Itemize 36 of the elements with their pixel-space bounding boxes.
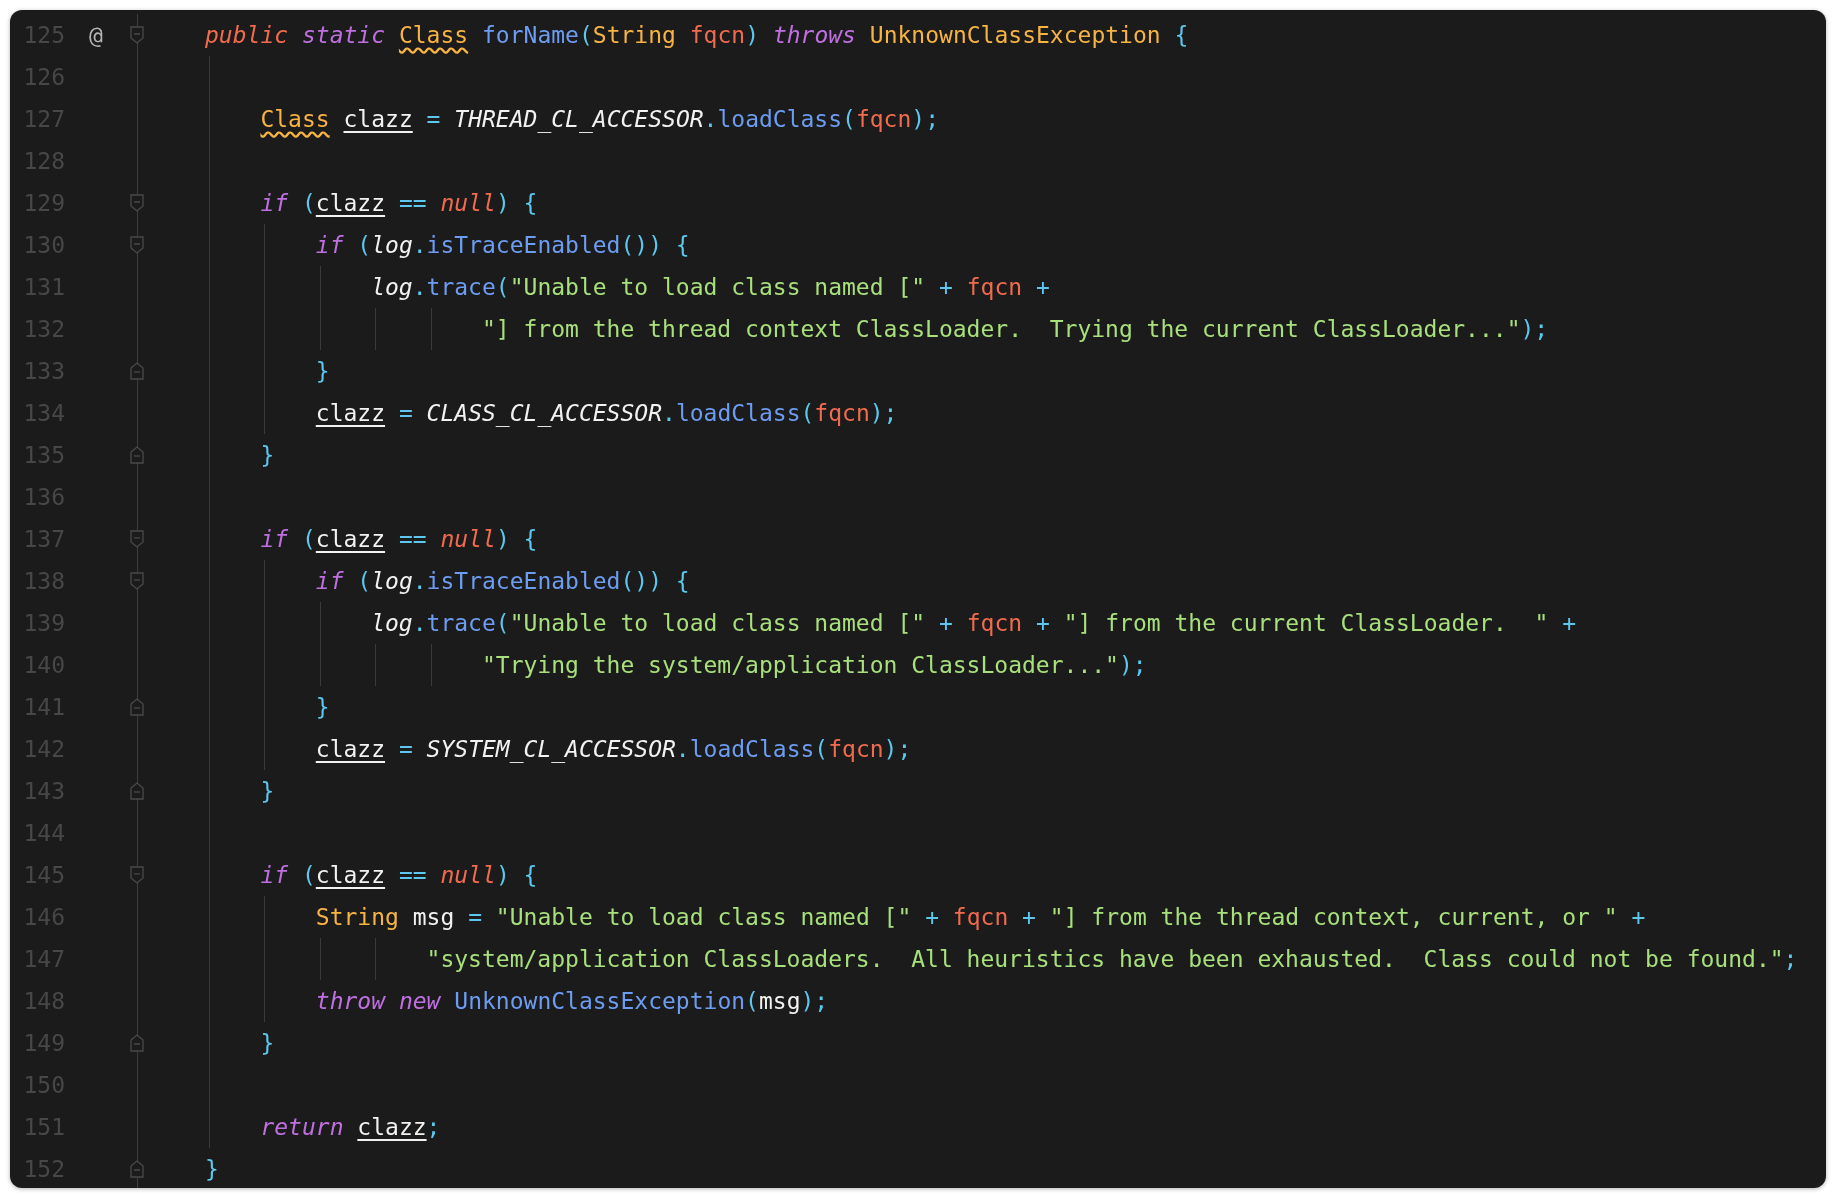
fold-marker-icon[interactable] xyxy=(130,698,144,716)
code-line: if (clazz == null) { xyxy=(259,526,538,552)
code-line: "system/application ClassLoaders. All heuristics have been exhausted. Class could not be found."; xyxy=(425,946,1798,972)
fold-marker-icon[interactable] xyxy=(130,236,144,254)
code-line: } xyxy=(259,778,275,804)
fold-marker-icon[interactable] xyxy=(130,1034,144,1052)
code-line: } xyxy=(259,1030,275,1056)
code-line: public static Class forName(String fqcn) throws UnknownClassException { xyxy=(205,22,1189,48)
fold-marker-icon[interactable] xyxy=(130,362,144,380)
fold-marker-icon[interactable] xyxy=(130,572,144,590)
fold-marker-icon[interactable] xyxy=(130,1160,144,1178)
code-line: if (clazz == null) { xyxy=(259,190,538,216)
fold-marker-icon[interactable] xyxy=(130,866,144,884)
code-line: clazz = CLASS_CL_ACCESSOR.loadClass(fqcn); xyxy=(314,400,898,426)
fold-marker-icon[interactable] xyxy=(130,782,144,800)
code-line: } xyxy=(314,694,330,720)
code-line: "] from the thread context ClassLoader. Trying the current ClassLoader..."); xyxy=(480,316,1549,342)
code-line: log.trace("Unable to load class named [" + fqcn + xyxy=(370,274,1050,300)
code-line: Class clazz = THREAD_CL_ACCESSOR.loadClass(fqcn); xyxy=(259,106,939,132)
annotation-marker: @ xyxy=(89,22,103,48)
code-line: if (clazz == null) { xyxy=(259,862,538,888)
code-line: throw new UnknownClassException(msg); xyxy=(314,988,829,1014)
code-line: } xyxy=(259,442,275,468)
fold-marker-icon[interactable] xyxy=(130,26,144,44)
code-line: "Trying the system/application ClassLoader..."); xyxy=(480,652,1147,678)
code-line: if (log.isTraceEnabled()) { xyxy=(314,568,690,594)
fold-marker-icon[interactable] xyxy=(130,530,144,548)
fold-marker-icon[interactable] xyxy=(130,194,144,212)
code-line: clazz = SYSTEM_CL_ACCESSOR.loadClass(fqcn); xyxy=(314,736,912,762)
fold-marker-icon[interactable] xyxy=(130,446,144,464)
code-line: String msg = "Unable to load class named [" + fqcn + "] from the thread context, current, or " + xyxy=(314,904,1646,930)
code-line: } xyxy=(205,1156,219,1182)
code-line: return clazz; xyxy=(259,1114,441,1140)
code-line: } xyxy=(314,358,330,384)
code-line: log.trace("Unable to load class named [" + fqcn + "] from the current ClassLoader. " + xyxy=(370,610,1577,636)
code-line: if (log.isTraceEnabled()) { xyxy=(314,232,690,258)
